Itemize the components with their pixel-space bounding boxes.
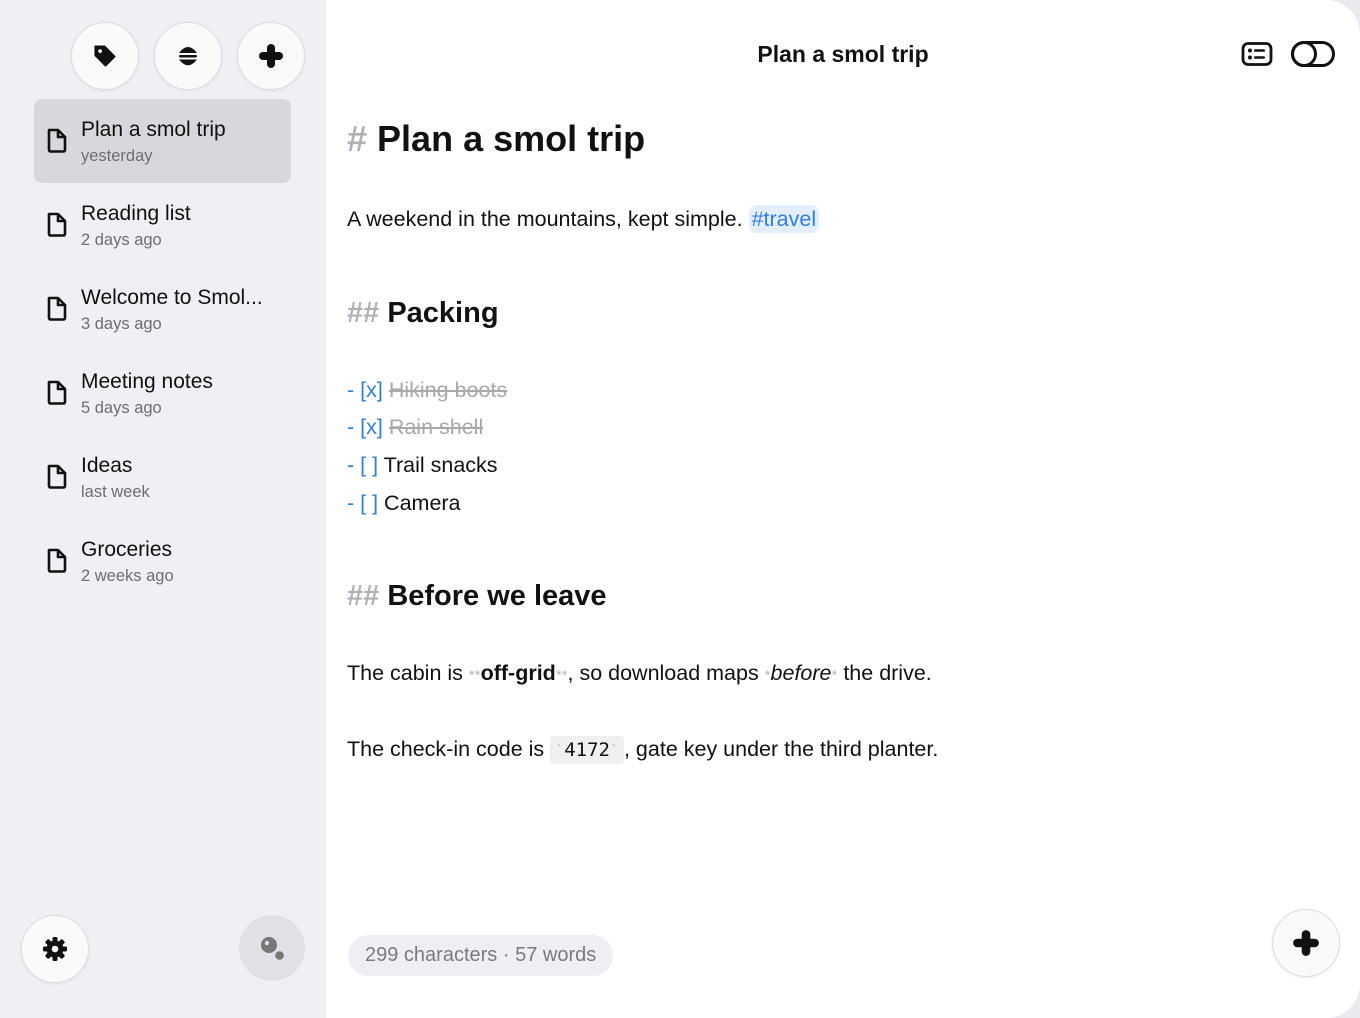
code-marker: ` xyxy=(609,742,619,760)
note-date: 5 days ago xyxy=(81,399,162,417)
travel-tag[interactable]: #travel xyxy=(748,205,820,233)
note-title: Plan a smol trip xyxy=(81,118,226,141)
inline-code: `4172` xyxy=(550,736,624,764)
heading-marker: ## xyxy=(347,297,380,329)
heading-marker: # xyxy=(347,118,368,159)
new-note-button[interactable] xyxy=(237,22,305,90)
editor-pane: Plan a smol trip # Plan a smol trip A we… xyxy=(326,0,1360,1018)
document-icon xyxy=(46,294,68,327)
checkin-paragraph: The check-in code is `4172`, gate key un… xyxy=(347,736,939,764)
sidebar: Plan a smol trip yesterday Reading list … xyxy=(0,0,326,1018)
settings-button[interactable] xyxy=(21,915,89,983)
sort-icon xyxy=(177,43,199,69)
document-icon xyxy=(46,126,68,159)
document-icon xyxy=(46,546,68,579)
task-item[interactable]: - [x] Hiking boots xyxy=(347,378,507,403)
app-window: Plan a smol trip yesterday Reading list … xyxy=(0,0,1360,1018)
note-title: Meeting notes xyxy=(81,370,213,393)
heading-text: Plan a smol trip xyxy=(377,118,646,159)
heading-marker: ## xyxy=(347,580,380,612)
search-button[interactable] xyxy=(239,915,305,981)
sort-button[interactable] xyxy=(154,22,222,90)
tags-button[interactable] xyxy=(71,22,139,90)
note-date: last week xyxy=(81,483,150,501)
note-item-welcome[interactable]: Welcome to Smol... 3 days ago xyxy=(34,267,291,351)
code-marker: ` xyxy=(555,742,565,760)
text-segment: , so download maps xyxy=(567,661,765,685)
new-note-fab[interactable] xyxy=(1272,909,1340,977)
task-item[interactable]: - [ ] Trail snacks xyxy=(347,453,498,478)
note-item-reading-list[interactable]: Reading list 2 days ago xyxy=(34,183,291,267)
text-segment: The check-in code is xyxy=(347,737,551,761)
toggle-button[interactable] xyxy=(1291,40,1335,72)
list-view-button[interactable] xyxy=(1240,41,1274,71)
task-item[interactable]: - [x] Rain shell xyxy=(347,415,483,440)
tag-icon xyxy=(92,43,118,69)
note-date: 2 days ago xyxy=(81,231,162,249)
document-icon xyxy=(46,378,68,411)
note-title: Welcome to Smol... xyxy=(81,286,263,309)
toggle-icon xyxy=(1291,40,1335,72)
note-title: Groceries xyxy=(81,538,173,561)
task-text: Camera xyxy=(384,491,461,515)
text-segment: , gate key under the third planter. xyxy=(623,737,939,761)
task-text: Rain shell xyxy=(388,415,484,439)
task-checkbox[interactable]: - [x] xyxy=(347,378,383,402)
task-checkbox[interactable]: - [ ] xyxy=(347,491,378,515)
list-view-icon xyxy=(1241,41,1273,72)
note-title: Reading list xyxy=(81,202,191,225)
cabin-paragraph: The cabin is **off-grid**, so download m… xyxy=(347,661,932,686)
heading-packing: ## Packing xyxy=(347,297,499,330)
bold-marker: ** xyxy=(468,667,481,684)
note-header-title: Plan a smol trip xyxy=(757,41,929,67)
task-checkbox[interactable]: - [x] xyxy=(347,415,383,439)
note-title: Ideas xyxy=(81,454,133,477)
document-icon xyxy=(46,210,68,243)
plus-icon xyxy=(258,43,284,69)
task-text: Trail snacks xyxy=(383,453,498,477)
note-list: Plan a smol trip yesterday Reading list … xyxy=(34,99,291,603)
text-segment: The cabin is xyxy=(347,661,469,685)
note-date: 2 weeks ago xyxy=(81,567,174,585)
gear-icon xyxy=(41,935,69,963)
search-icon xyxy=(258,934,286,962)
task-text: Hiking boots xyxy=(388,378,508,402)
note-item-meeting-notes[interactable]: Meeting notes 5 days ago xyxy=(34,351,291,435)
text-segment: the drive. xyxy=(837,661,932,685)
italic-text: before xyxy=(770,661,832,685)
code-text: 4172 xyxy=(564,739,610,761)
note-item-groceries[interactable]: Groceries 2 weeks ago xyxy=(34,519,291,603)
heading-text: Before we leave xyxy=(387,580,607,612)
word-count-status: 299 characters · 57 words xyxy=(348,935,614,976)
heading-1: # Plan a smol trip xyxy=(347,118,645,160)
document-icon xyxy=(46,462,68,495)
heading-before-we-leave: ## Before we leave xyxy=(347,580,607,613)
bold-text: off-grid xyxy=(480,661,556,685)
plus-icon xyxy=(1292,929,1320,957)
bold-marker: ** xyxy=(555,667,568,684)
task-item[interactable]: - [ ] Camera xyxy=(347,491,461,516)
task-checkbox[interactable]: - [ ] xyxy=(347,453,378,477)
note-item-plan-a-smol-trip[interactable]: Plan a smol trip yesterday xyxy=(34,99,291,183)
heading-text: Packing xyxy=(387,297,499,329)
intro-paragraph: A weekend in the mountains, kept simple.… xyxy=(347,205,820,233)
note-date: yesterday xyxy=(81,147,153,165)
note-date: 3 days ago xyxy=(81,315,162,333)
note-item-ideas[interactable]: Ideas last week xyxy=(34,435,291,519)
intro-text: A weekend in the mountains, kept simple. xyxy=(347,207,743,231)
